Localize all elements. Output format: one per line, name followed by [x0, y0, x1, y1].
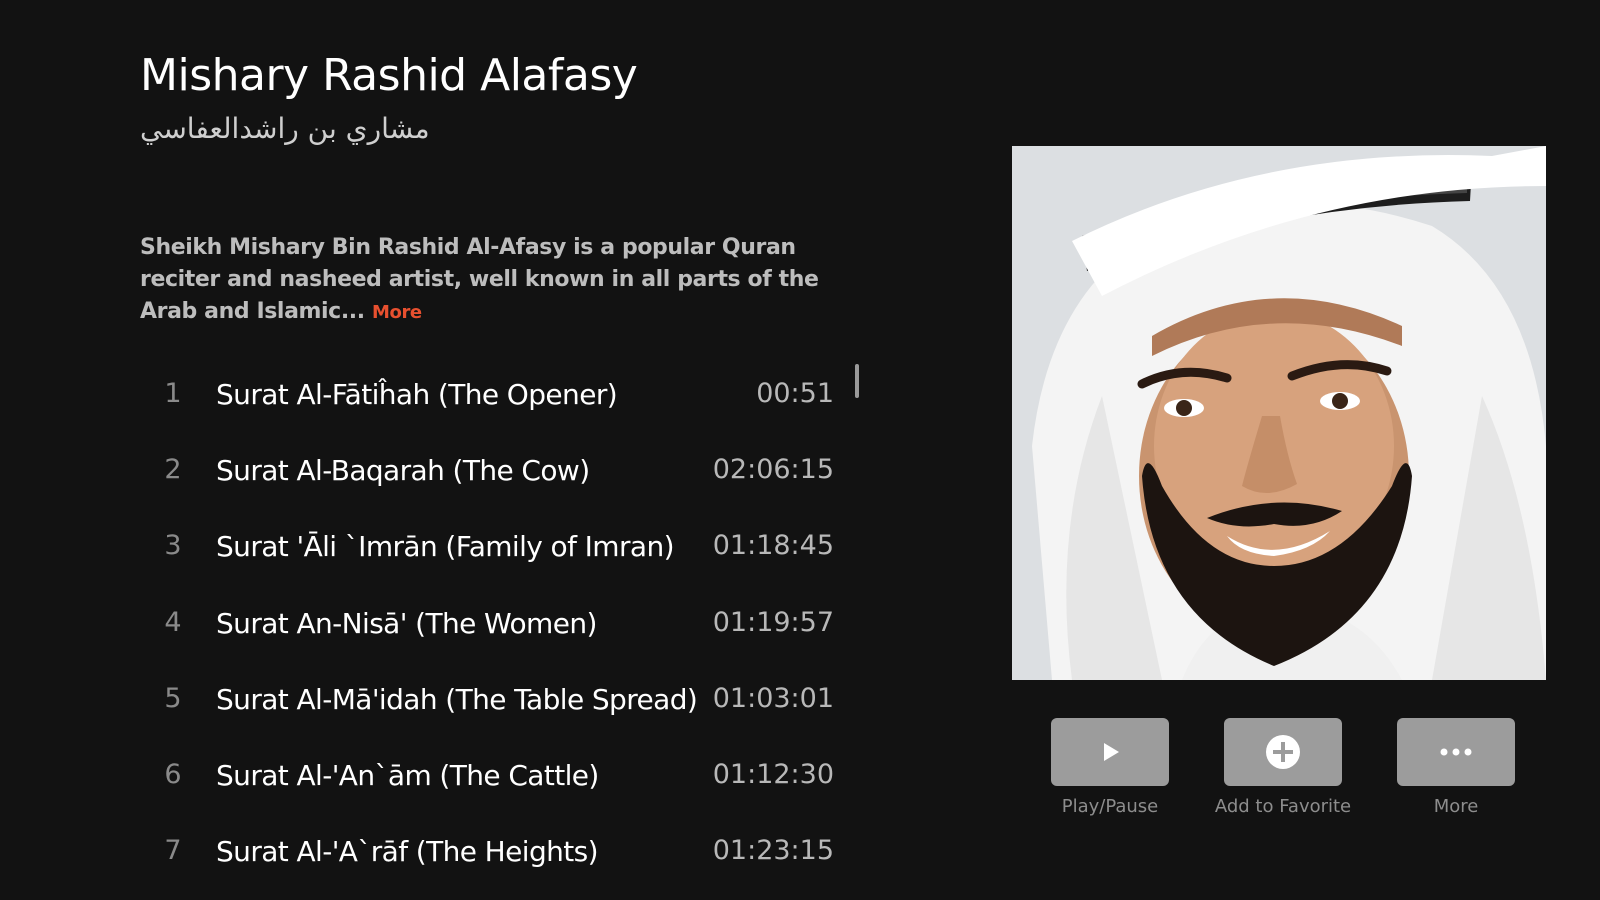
- track-duration: 01:12:30: [712, 758, 834, 790]
- artist-name-arabic: مشاري بن راشدالعفاسي: [140, 112, 430, 145]
- track-title: Surat An-Nisā' (The Women): [216, 606, 597, 640]
- play-pause-label: Play/Pause: [1061, 796, 1159, 817]
- track-row-3[interactable]: 3 Surat 'Āli `Imrān (Family of Imran) 01…: [140, 518, 850, 594]
- play-pause-action: Play/Pause: [1030, 718, 1190, 817]
- track-number: 7: [164, 835, 182, 867]
- track-number: 4: [164, 606, 182, 638]
- add-to-favorite-label: Add to Favorite: [1214, 796, 1352, 817]
- artist-description: Sheikh Mishary Bin Rashid Al-Afasy is a …: [140, 232, 840, 329]
- more-label: More: [1433, 796, 1479, 817]
- track-title: Surat Al-Mā'idah (The Table Spread): [216, 682, 698, 716]
- add-circle-icon: [1266, 735, 1300, 769]
- track-number: 6: [164, 758, 182, 790]
- track-number: 2: [164, 454, 182, 486]
- artist-name: Mishary Rashid Alafasy: [140, 50, 638, 101]
- artist-portrait-image: [1012, 146, 1546, 680]
- track-list-scrollbar[interactable]: [855, 364, 859, 398]
- track-title: Surat Al-'A`rāf (The Heights): [216, 835, 599, 869]
- add-to-favorite-button[interactable]: [1224, 718, 1342, 786]
- add-favorite-action: Add to Favorite: [1203, 718, 1363, 817]
- track-title: Surat Al-Fātiĥah (The Opener): [216, 378, 618, 411]
- artist-portrait: [1012, 146, 1546, 680]
- track-duration: 00:51: [756, 378, 834, 409]
- track-row-2[interactable]: 2 Surat Al-Baqarah (The Cow) 02:06:15: [140, 442, 850, 518]
- track-row-1[interactable]: 1 Surat Al-Fātiĥah (The Opener) 00:51: [140, 366, 850, 442]
- track-row-6[interactable]: 6 Surat Al-'An`ām (The Cattle) 01:12:30: [140, 747, 850, 823]
- track-title: Surat 'Āli `Imrān (Family of Imran): [216, 530, 675, 564]
- track-row-7[interactable]: 7 Surat Al-'A`rāf (The Heights) 01:23:15: [140, 823, 850, 899]
- description-more-link[interactable]: More: [372, 302, 422, 323]
- track-duration: 01:18:45: [712, 530, 834, 562]
- track-number: 5: [164, 682, 182, 714]
- play-pause-button[interactable]: [1051, 718, 1169, 786]
- track-title: Surat Al-'An`ām (The Cattle): [216, 758, 599, 792]
- track-duration: 01:03:01: [712, 682, 834, 714]
- track-list: 1 Surat Al-Fātiĥah (The Opener) 00:51 2 …: [140, 366, 850, 899]
- track-duration: 02:06:15: [712, 454, 834, 486]
- track-duration: 01:23:15: [712, 835, 834, 867]
- play-icon: [1104, 743, 1119, 761]
- more-action: More: [1376, 718, 1536, 817]
- artist-description-text: Sheikh Mishary Bin Rashid Al-Afasy is a …: [140, 235, 819, 324]
- track-row-4[interactable]: 4 Surat An-Nisā' (The Women) 01:19:57: [140, 595, 850, 671]
- track-number: 3: [164, 530, 182, 562]
- track-row-5[interactable]: 5 Surat Al-Mā'idah (The Table Spread) 01…: [140, 671, 850, 747]
- track-title: Surat Al-Baqarah (The Cow): [216, 454, 590, 488]
- more-button[interactable]: [1397, 718, 1515, 786]
- track-duration: 01:19:57: [712, 606, 834, 638]
- more-horizontal-icon: [1440, 748, 1472, 756]
- track-number: 1: [164, 378, 182, 409]
